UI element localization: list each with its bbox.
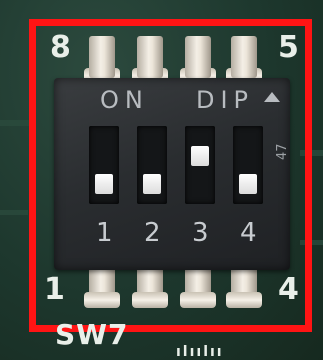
- pcb-trace: [0, 120, 30, 126]
- switch-designator: SW7: [55, 318, 129, 351]
- highlight-box: [29, 19, 312, 332]
- pcb-trace: [0, 210, 28, 215]
- silkscreen-marks: ılıılıı: [176, 344, 224, 360]
